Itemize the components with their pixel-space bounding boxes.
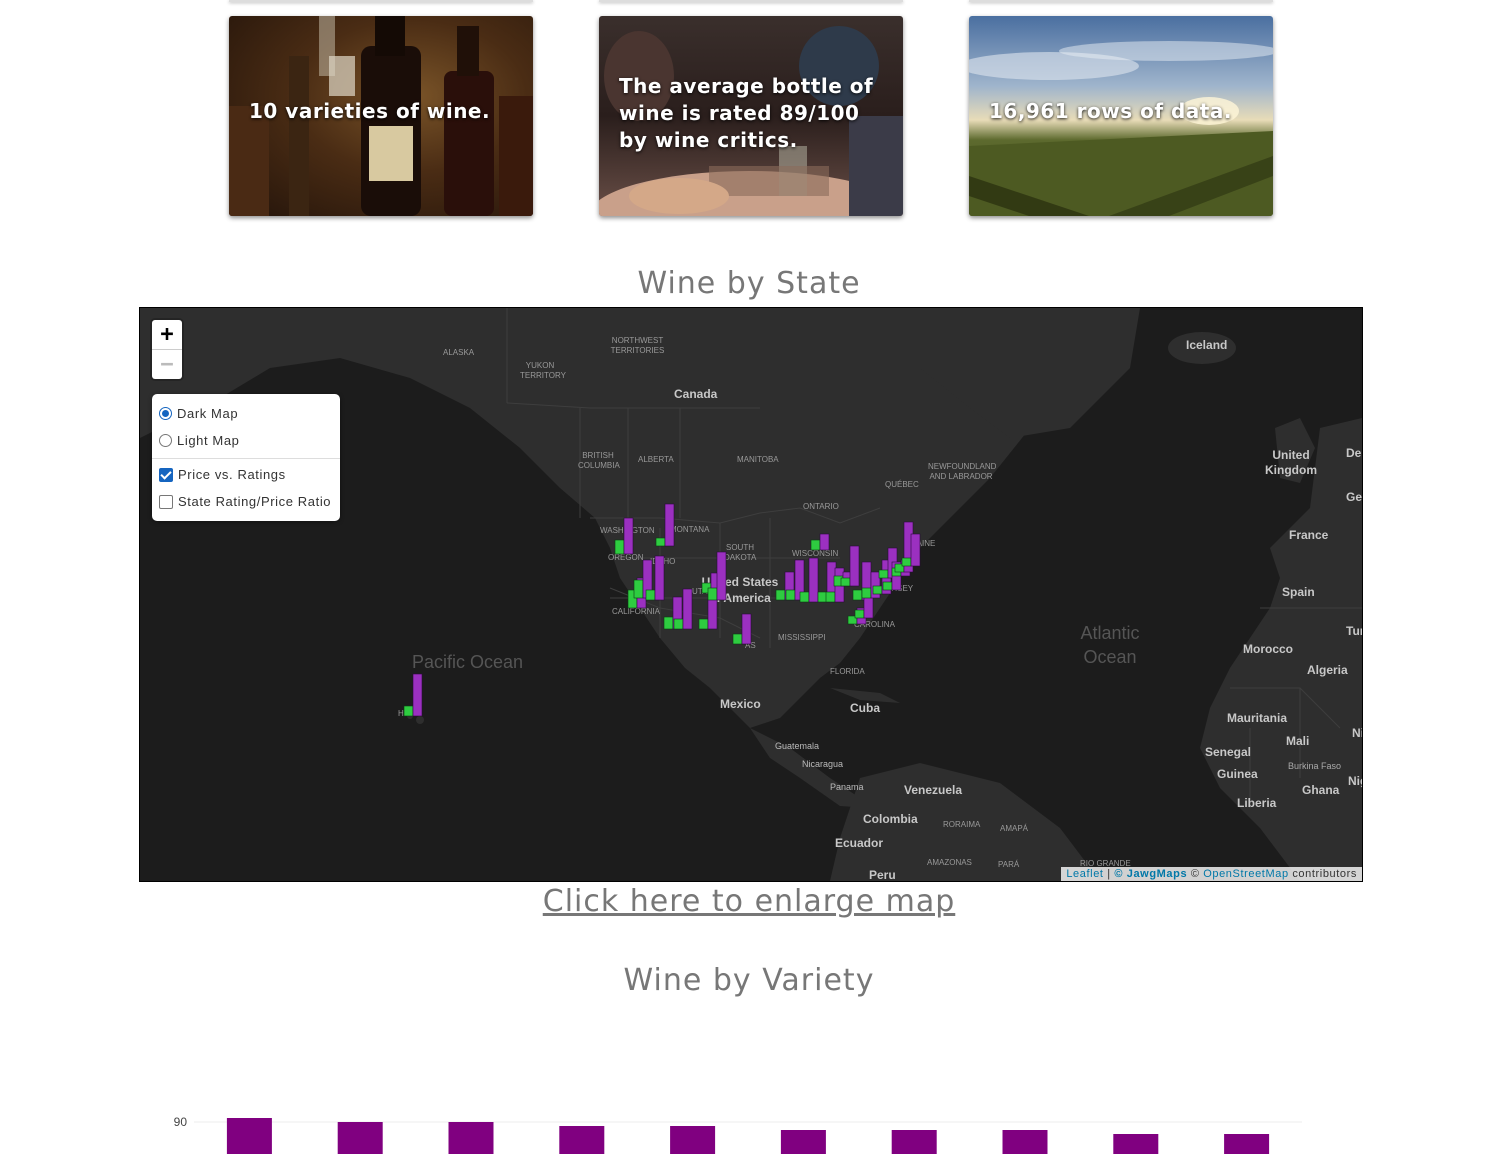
map-attribution: Leaflet | © JawgMaps © OpenStreetMap con…: [1061, 867, 1362, 881]
radio-icon[interactable]: [159, 407, 172, 420]
overlay-option-state-ratio[interactable]: State Rating/Price Ratio: [152, 488, 340, 515]
card-text: 10 varieties of wine.: [249, 99, 491, 123]
rating-bar[interactable]: [910, 533, 921, 567]
map-section-title: Wine by State: [637, 266, 861, 301]
price-bar[interactable]: [645, 589, 656, 601]
radio-icon[interactable]: [159, 434, 172, 447]
attrib-sep: |: [1103, 868, 1115, 880]
zoom-out-button[interactable]: −: [152, 349, 182, 379]
checkbox-icon[interactable]: [159, 467, 173, 482]
attrib-contrib: contributors: [1288, 868, 1357, 880]
rating-bar[interactable]: [707, 598, 718, 630]
card-text: 16,961 rows of data.: [989, 99, 1232, 123]
layer-option-light-map[interactable]: Light Map: [152, 427, 340, 454]
variety-bar[interactable]: [670, 1126, 716, 1154]
price-bar[interactable]: [732, 633, 743, 645]
leaflet-link[interactable]: Leaflet: [1066, 868, 1103, 880]
checkbox-icon[interactable]: [159, 494, 173, 509]
y-tick-label: 90: [174, 1115, 188, 1129]
price-bar[interactable]: [403, 705, 414, 717]
rating-bar[interactable]: [849, 545, 860, 587]
variety-bar[interactable]: [1224, 1134, 1270, 1154]
card-text: The average bottle of wine is rated 89/1…: [619, 74, 874, 152]
card-shadow: [229, 0, 533, 2]
card-shadow: [969, 0, 1273, 2]
price-bar[interactable]: [878, 569, 889, 579]
variety-bar[interactable]: [559, 1126, 605, 1154]
rating-bar[interactable]: [741, 613, 752, 645]
price-bar[interactable]: [633, 579, 644, 599]
price-bar[interactable]: [614, 539, 625, 555]
zoom-control: + −: [152, 320, 182, 379]
variety-bar[interactable]: [448, 1122, 494, 1154]
layer-label: Light Map: [177, 433, 240, 448]
price-bar[interactable]: [810, 539, 821, 551]
variety-bar[interactable]: [226, 1118, 272, 1154]
overlay-label: Price vs. Ratings: [178, 467, 286, 482]
zoom-in-button[interactable]: +: [152, 320, 182, 349]
variety-bar[interactable]: [1113, 1134, 1159, 1154]
card-ratings: The average bottle of wine is rated 89/1…: [599, 16, 903, 216]
attrib-copy: ©: [1114, 868, 1127, 880]
price-bar[interactable]: [840, 577, 851, 587]
price-bar[interactable]: [872, 585, 883, 595]
variety-bar[interactable]: [337, 1122, 383, 1154]
price-bar[interactable]: [882, 581, 893, 591]
rating-bar[interactable]: [412, 673, 423, 717]
card-rows: 16,961 rows of data.: [969, 16, 1273, 216]
price-bar[interactable]: [901, 557, 912, 567]
rating-bar[interactable]: [654, 555, 665, 601]
variety-bar-chart: 90: [174, 1115, 1302, 1154]
variety-bar[interactable]: [1002, 1130, 1048, 1154]
rating-bar[interactable]: [819, 533, 830, 551]
rating-bar[interactable]: [664, 503, 675, 547]
rating-bar[interactable]: [716, 551, 727, 601]
price-bar[interactable]: [707, 587, 718, 601]
price-bar[interactable]: [775, 589, 786, 601]
price-bar[interactable]: [817, 591, 828, 603]
enlarge-map-row: Click here to enlarge map: [0, 884, 1498, 919]
attrib-copy2: ©: [1187, 868, 1204, 880]
price-bar[interactable]: [852, 589, 863, 601]
wine-map[interactable]: ALASKA YUKON TERRITORY NORTHWEST TERRITO…: [139, 307, 1363, 882]
jawgmaps-link[interactable]: JawgMaps: [1127, 868, 1187, 880]
rating-bar[interactable]: [863, 595, 874, 619]
price-bar[interactable]: [785, 589, 796, 601]
variety-bar[interactable]: [780, 1130, 826, 1154]
overlay-label: State Rating/Price Ratio: [178, 494, 332, 509]
openstreetmap-link[interactable]: OpenStreetMap: [1203, 868, 1288, 880]
overlay-option-price-ratings[interactable]: Price vs. Ratings: [152, 461, 340, 488]
variety-section-title: Wine by Variety: [623, 963, 875, 998]
price-bar[interactable]: [673, 618, 684, 630]
layer-control: Dark Map Light Map Price vs. Ratings Sta…: [152, 394, 340, 521]
enlarge-map-link[interactable]: Click here to enlarge map: [543, 884, 956, 919]
rating-bar[interactable]: [682, 588, 693, 630]
rating-bar[interactable]: [808, 557, 819, 603]
price-bar[interactable]: [825, 591, 836, 603]
layer-separator: [152, 458, 340, 459]
layer-label: Dark Map: [177, 406, 239, 421]
price-bar[interactable]: [663, 616, 674, 630]
card-shadow: [599, 0, 903, 2]
variety-bar[interactable]: [891, 1130, 937, 1154]
price-bar[interactable]: [698, 618, 709, 630]
price-bar[interactable]: [861, 587, 872, 599]
price-bar[interactable]: [655, 537, 666, 547]
price-bar[interactable]: [799, 591, 810, 603]
card-varieties: 10 varieties of wine.: [229, 16, 533, 216]
price-bar[interactable]: [854, 609, 865, 619]
rating-bar[interactable]: [623, 517, 634, 555]
layer-option-dark-map[interactable]: Dark Map: [152, 400, 340, 427]
